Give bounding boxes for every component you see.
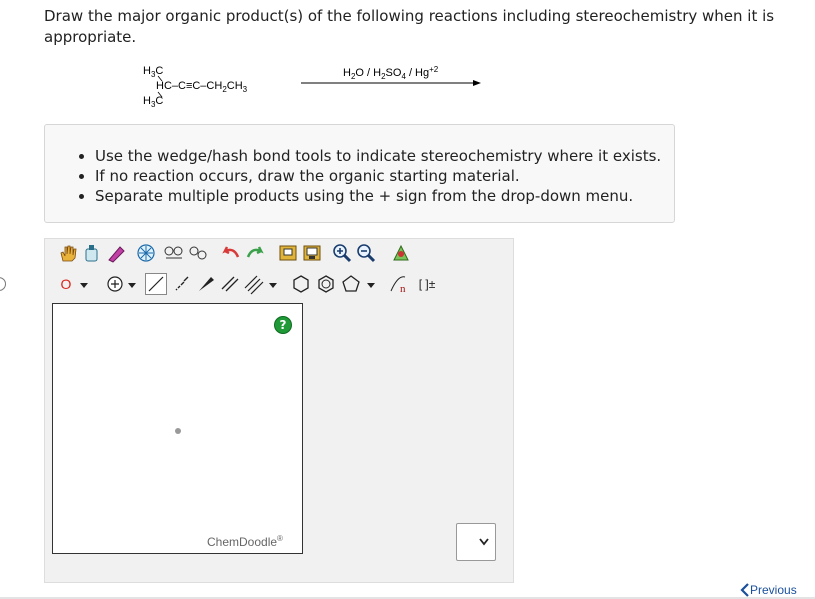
instruction-item: Separate multiple products using the + s… (95, 186, 661, 206)
chemdoodle-brand: ChemDoodle® (207, 534, 283, 549)
reaction-scheme: H3C HC–C≡C–CH2CH3 H3C H2O / H2SO4 / Hg+2 (0, 0, 815, 124)
reactant-main-chain: HC–C≡C–CH2CH3 (156, 80, 248, 94)
bracket-charge-tool-icon[interactable]: [ ]± (414, 273, 440, 295)
reactant-top-group: H3C (143, 65, 163, 79)
product-select[interactable] (456, 523, 496, 561)
help-label: ? (279, 318, 287, 332)
reagents-label: H2O / H2SO4 / Hg+2 (343, 65, 439, 81)
repeat-unit-tool-icon[interactable]: n (388, 273, 410, 295)
chemdoodle-editor: O n [ ]± ? ChemDoodle® (44, 238, 514, 583)
ring-template-icon[interactable] (135, 242, 157, 264)
clean-structure-icon[interactable] (390, 242, 412, 264)
instructions-box: Use the wedge/hash bond tools to indicat… (44, 124, 675, 223)
chevron-down-icon (479, 538, 489, 546)
previous-link[interactable]: Previous (740, 583, 797, 597)
brand-text: ChemDoodle (207, 535, 278, 549)
copy-molecule-icon[interactable] (163, 242, 185, 264)
charge-dropdown-caret[interactable] (128, 283, 136, 288)
eraser-icon[interactable] (105, 242, 127, 264)
repeat-unit-n-label: n (400, 283, 406, 295)
chevron-left-icon (740, 583, 749, 597)
undo-icon[interactable] (220, 242, 242, 264)
bracket-charge-label: [ ]± (418, 277, 436, 291)
zoom-in-icon[interactable] (331, 242, 353, 264)
open-file-icon[interactable] (277, 242, 299, 264)
bond-dropdown-caret[interactable] (269, 283, 277, 288)
side-handle[interactable] (0, 277, 6, 291)
element-dropdown-caret[interactable] (80, 283, 88, 288)
wedge-bond-tool-icon[interactable] (195, 273, 217, 295)
double-bond-tool-icon[interactable] (219, 273, 241, 295)
ring-dropdown-caret[interactable] (367, 283, 375, 288)
element-o-label: O (60, 276, 72, 292)
canvas-origin-dot (175, 428, 181, 434)
charge-plus-icon[interactable] (104, 273, 126, 295)
previous-label: Previous (750, 583, 797, 597)
benzene-ring-icon[interactable] (315, 273, 337, 295)
pan-hand-icon[interactable] (57, 242, 79, 264)
help-button[interactable]: ? (274, 316, 292, 334)
cyclopentane-ring-icon[interactable] (340, 273, 362, 295)
zoom-out-icon[interactable] (355, 242, 377, 264)
brand-mark: ® (277, 534, 283, 543)
redo-icon[interactable] (244, 242, 266, 264)
save-file-icon[interactable] (301, 242, 323, 264)
reactant-bottom-group: H3C (143, 95, 163, 109)
isomer-icon[interactable] (187, 242, 209, 264)
single-bond-tool-icon[interactable] (145, 273, 167, 295)
instruction-item: Use the wedge/hash bond tools to indicat… (95, 146, 661, 166)
drawing-canvas[interactable]: ? ChemDoodle® (52, 303, 303, 554)
hash-bond-tool-icon[interactable] (171, 273, 193, 295)
lasso-clear-icon[interactable] (81, 242, 103, 264)
instruction-item: If no reaction occurs, draw the organic … (95, 166, 661, 186)
cyclohexane-ring-icon[interactable] (290, 273, 312, 295)
element-o-button[interactable]: O (55, 273, 77, 295)
triple-bond-tool-icon[interactable] (243, 273, 265, 295)
